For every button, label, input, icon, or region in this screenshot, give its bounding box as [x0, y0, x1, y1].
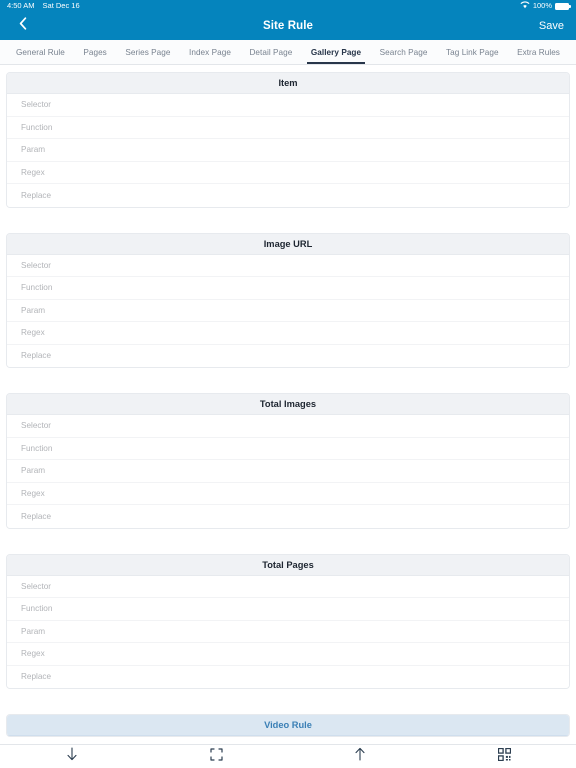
- field-row-regex[interactable]: Regex: [7, 322, 569, 345]
- rule-card: Item Selector Function Param Regex Replace: [6, 72, 570, 208]
- status-bar-right: 100%: [520, 1, 571, 11]
- tab-index-page[interactable]: Index Page: [183, 40, 237, 64]
- field-row-function[interactable]: Function: [7, 437, 569, 460]
- tab-label: Search Page: [379, 47, 428, 57]
- field-placeholder: Replace: [21, 351, 52, 361]
- rule-card-title: Total Images: [7, 394, 569, 415]
- qr-code-icon: [497, 747, 511, 766]
- tab-series-page[interactable]: Series Page: [119, 40, 176, 64]
- rule-card: Video Rule: [6, 714, 570, 737]
- tab-label: Extra Rules: [517, 47, 560, 57]
- navigation-bar: Site Rule Save: [0, 12, 576, 40]
- field-row-regex[interactable]: Regex: [7, 482, 569, 505]
- field-row-function[interactable]: Function: [7, 598, 569, 621]
- tab-label: Detail Page: [249, 47, 293, 57]
- status-bar: 4:50 AM Sat Dec 16 100%: [0, 0, 576, 12]
- field-row-replace[interactable]: Replace: [7, 665, 569, 688]
- page-title: Site Rule: [262, 20, 314, 32]
- field-row-regex[interactable]: Regex: [7, 161, 569, 184]
- tab-gallery-page[interactable]: Gallery Page: [305, 40, 367, 64]
- arrow-up-icon: [354, 747, 366, 766]
- field-placeholder: Selector: [21, 581, 52, 591]
- element-picker-button[interactable]: [144, 745, 288, 768]
- field-placeholder: Selector: [21, 100, 52, 110]
- field-row-regex[interactable]: Regex: [7, 643, 569, 666]
- field-placeholder: Function: [21, 443, 53, 453]
- field-row-param[interactable]: Param: [7, 620, 569, 643]
- tab-label: Gallery Page: [310, 47, 362, 57]
- field-row-selector[interactable]: Selector: [7, 575, 569, 598]
- field-row-function[interactable]: Function: [7, 277, 569, 300]
- field-placeholder: Selector: [21, 421, 52, 431]
- field-placeholder: Function: [21, 122, 53, 132]
- rule-card-title: Item: [7, 73, 569, 94]
- tab-label: General Rule: [16, 47, 65, 57]
- field-placeholder: Regex: [21, 488, 45, 498]
- tab-extra-rules[interactable]: Extra Rules: [511, 40, 566, 64]
- arrow-down-icon: [66, 747, 78, 766]
- scroll-down-button[interactable]: [0, 745, 144, 768]
- back-button[interactable]: [12, 15, 34, 37]
- tab-label: Tag Link Page: [446, 47, 499, 57]
- field-placeholder: Regex: [21, 649, 45, 659]
- field-placeholder: Param: [21, 626, 46, 636]
- field-placeholder: Function: [21, 604, 53, 614]
- rule-card-title: Image URL: [7, 233, 569, 255]
- field-placeholder: Param: [21, 466, 46, 476]
- tab-general-rule[interactable]: General Rule: [10, 40, 71, 64]
- field-placeholder: Function: [21, 283, 53, 293]
- field-placeholder: Replace: [21, 190, 52, 200]
- battery-full-icon: [555, 2, 571, 10]
- wifi-icon: [520, 1, 530, 11]
- field-row-selector[interactable]: Selector: [7, 254, 569, 277]
- save-button[interactable]: Save: [539, 20, 564, 32]
- scroll-up-button[interactable]: [288, 745, 432, 768]
- field-placeholder: Regex: [21, 328, 45, 338]
- field-row-replace[interactable]: Replace: [7, 505, 569, 528]
- tab-bar: General Rule Pages Series Page Index Page De…: [0, 40, 576, 65]
- rule-card: Total Pages Selector Function Param Regex Rep…: [6, 553, 570, 689]
- tab-label: Series Page: [125, 47, 171, 57]
- tab-detail-page[interactable]: Detail Page: [243, 40, 298, 64]
- field-placeholder: Param: [21, 145, 46, 155]
- status-time: 4:50 AM: [7, 1, 35, 11]
- field-row-replace[interactable]: Replace: [7, 184, 569, 207]
- tab-tag-link-page[interactable]: Tag Link Page: [440, 40, 505, 64]
- tab-label: Pages: [83, 47, 107, 57]
- rule-card-title: Video Rule: [7, 715, 569, 736]
- battery-percent-label: 100%: [532, 1, 552, 11]
- field-placeholder: Selector: [21, 260, 52, 270]
- field-placeholder: Replace: [21, 511, 52, 521]
- field-row-function[interactable]: Function: [7, 116, 569, 139]
- qr-scan-button[interactable]: [432, 745, 576, 768]
- scan-frame-icon: [209, 747, 223, 766]
- field-row-param[interactable]: Param: [7, 299, 569, 322]
- field-placeholder: Replace: [21, 672, 52, 682]
- tab-pages[interactable]: Pages: [77, 40, 112, 64]
- field-row-replace[interactable]: Replace: [7, 344, 569, 367]
- bottom-toolbar: [0, 744, 576, 768]
- field-placeholder: Param: [21, 305, 46, 315]
- status-date: Sat Dec 16: [42, 1, 80, 11]
- rule-card-title: Total Pages: [7, 554, 569, 576]
- rule-card: Image URL Selector Function Param Regex Repla…: [6, 232, 570, 368]
- rule-sections-scroll-area[interactable]: Item Selector Function Param Regex Replace Ima…: [0, 65, 576, 768]
- status-bar-left: 4:50 AM Sat Dec 16: [7, 2, 80, 10]
- field-row-selector[interactable]: Selector: [7, 94, 569, 117]
- field-placeholder: Regex: [21, 167, 45, 177]
- rule-card: Total Images Selector Function Param Regex Re…: [6, 393, 570, 529]
- chevron-left-icon: [19, 17, 27, 35]
- tab-label: Index Page: [189, 47, 231, 57]
- field-row-selector[interactable]: Selector: [7, 415, 569, 438]
- field-row-param[interactable]: Param: [7, 139, 569, 162]
- tab-search-page[interactable]: Search Page: [374, 40, 434, 64]
- field-row-param[interactable]: Param: [7, 460, 569, 483]
